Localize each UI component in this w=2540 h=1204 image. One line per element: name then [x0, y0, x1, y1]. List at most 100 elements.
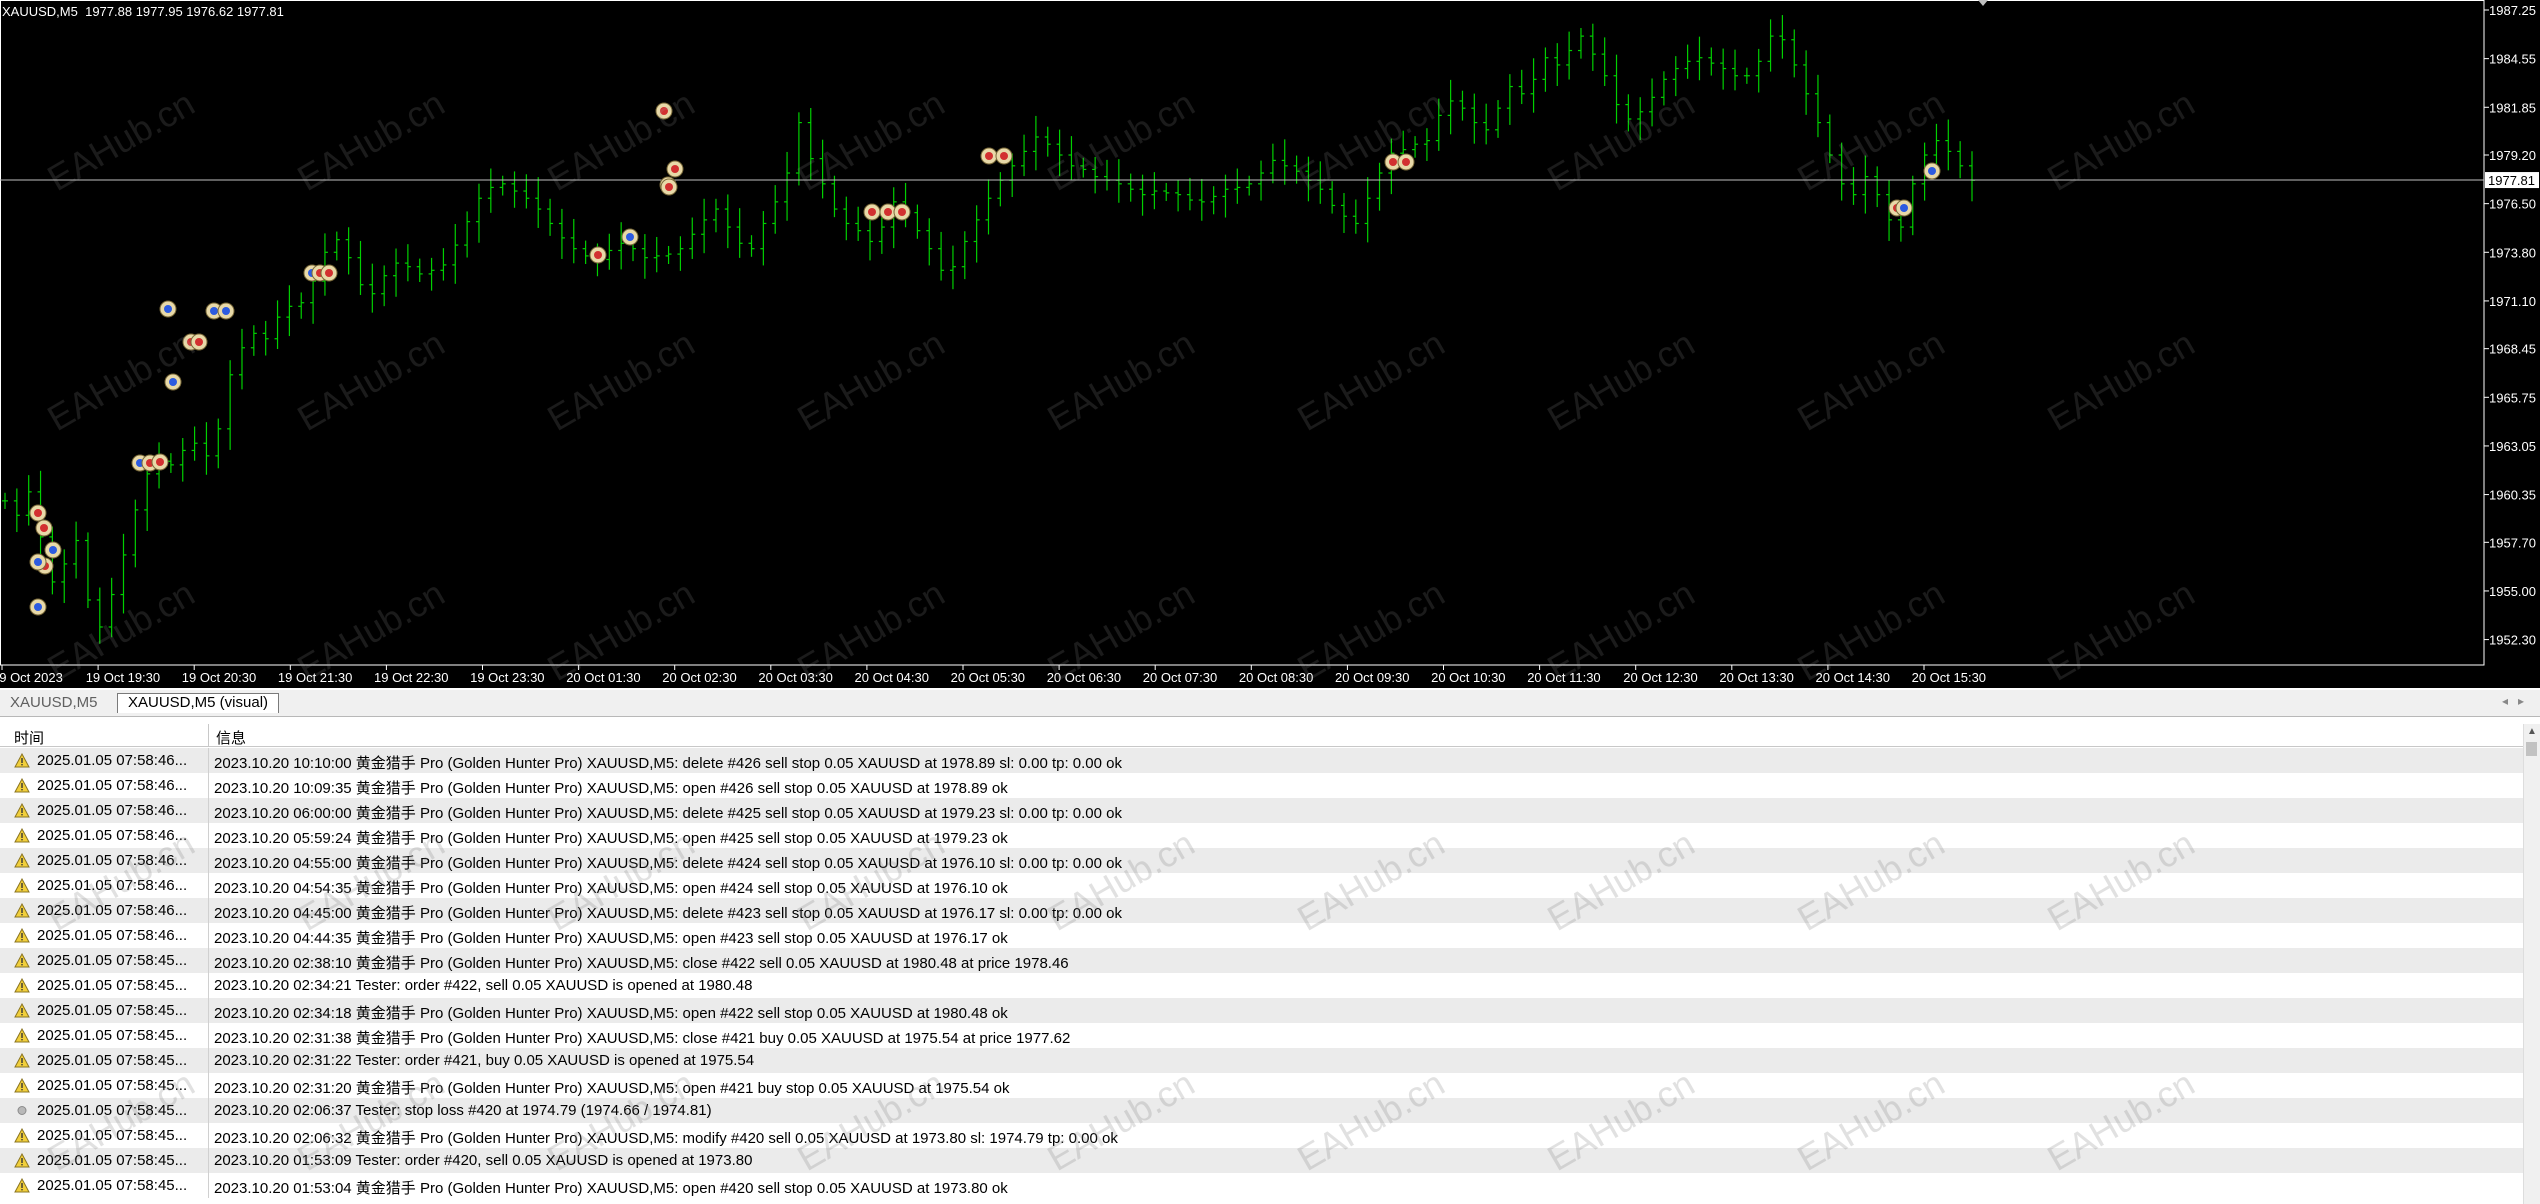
trade-marker-icon[interactable]	[29, 598, 47, 616]
trade-marker-icon[interactable]	[893, 203, 911, 221]
price-bar	[1163, 182, 1170, 201]
journal-row[interactable]: 2025.01.05 07:58:45... 2023.10.20 02:31:2…	[0, 1048, 2524, 1073]
time-axis-label: 20 Oct 06:30	[1047, 670, 1121, 685]
trade-marker-icon[interactable]	[621, 228, 639, 246]
price-bar	[238, 328, 245, 390]
tab-xauusd-m5[interactable]: XAUUSD,M5	[0, 693, 108, 713]
trade-marker-icon[interactable]	[217, 302, 235, 320]
journal-row[interactable]: 2025.01.05 07:58:46... 2023.10.20 06:00:0…	[0, 798, 2524, 823]
journal-row[interactable]: 2025.01.05 07:58:46... 2023.10.20 04:55:0…	[0, 848, 2524, 873]
trade-marker-icon[interactable]	[320, 264, 338, 282]
journal-scrollbar[interactable]: ▲	[2523, 724, 2540, 1204]
column-header-message[interactable]: 信息	[216, 727, 246, 748]
journal-row[interactable]: 2025.01.05 07:58:45... 2023.10.20 02:34:2…	[0, 973, 2524, 998]
journal-row[interactable]: 2025.01.05 07:58:45... 2023.10.20 01:53:0…	[0, 1173, 2524, 1198]
time-axis-label: 20 Oct 07:30	[1143, 670, 1217, 685]
price-bar	[13, 488, 20, 533]
trade-marker-icon[interactable]	[29, 504, 47, 522]
price-bar	[1767, 19, 1774, 72]
column-divider[interactable]	[208, 724, 209, 746]
journal-row[interactable]: 2025.01.05 07:58:46... 2023.10.20 04:54:3…	[0, 873, 2524, 898]
price-bar	[1637, 97, 1644, 141]
trade-marker-icon[interactable]	[995, 147, 1013, 165]
row-divider	[208, 948, 209, 973]
journal-row[interactable]: 2025.01.05 07:58:46... 2023.10.20 10:09:3…	[0, 773, 2524, 798]
time-axis-label: 19 Oct 22:30	[374, 670, 448, 685]
journal-row[interactable]: 2025.01.05 07:58:46... 2023.10.20 04:44:3…	[0, 923, 2524, 948]
journal-row[interactable]: 2025.01.05 07:58:45... 2023.10.20 02:38:1…	[0, 948, 2524, 973]
price-bar	[1969, 151, 1975, 202]
chart-tabs-bar: XAUUSD,M5 XAUUSD,M5 (visual) ◂▸	[0, 690, 2540, 717]
tab-scroll-right-icon[interactable]: ▸	[2518, 694, 2534, 708]
price-bar	[96, 587, 103, 644]
journal-row[interactable]: 2025.01.05 07:58:45... 2023.10.20 02:31:2…	[0, 1073, 2524, 1098]
price-bar	[1044, 126, 1051, 157]
price-bar	[475, 183, 482, 243]
journal-row[interactable]: 2025.01.05 07:58:45... 2023.10.20 02:31:3…	[0, 1023, 2524, 1048]
journal-message: 2023.10.20 04:45:00 黄金猎手 Pro (Golden Hun…	[214, 905, 1123, 922]
journal-row[interactable]: 2025.01.05 07:58:46... 2023.10.20 05:59:2…	[0, 823, 2524, 848]
trade-marker-icon[interactable]	[35, 519, 53, 537]
journal-message: 2023.10.20 04:44:35 黄金猎手 Pro (Golden Hun…	[214, 930, 1008, 947]
trade-marker-icon[interactable]	[1895, 199, 1913, 217]
journal-row[interactable]: 2025.01.05 07:58:46... 2023.10.20 04:45:0…	[0, 898, 2524, 923]
journal-row[interactable]: 2025.01.05 07:58:45... 2023.10.20 02:34:1…	[0, 998, 2524, 1023]
column-header-time[interactable]: 时间	[14, 727, 44, 748]
scrollbar-thumb[interactable]	[2526, 742, 2537, 756]
price-bar	[2, 492, 8, 509]
price-bar	[1412, 136, 1419, 158]
trade-marker-icon[interactable]	[660, 178, 678, 196]
journal-row[interactable]: 2025.01.05 07:58:45... 2023.10.20 02:06:3…	[0, 1098, 2524, 1123]
price-bar	[819, 139, 826, 199]
trade-marker-icon[interactable]	[655, 102, 673, 120]
trade-marker-icon[interactable]	[980, 147, 998, 165]
journal-time: 2025.01.05 07:58:45...	[37, 977, 188, 994]
trade-marker-icon[interactable]	[29, 553, 47, 571]
journal-row[interactable]: 2025.01.05 07:58:45... 2023.10.20 02:06:3…	[0, 1123, 2524, 1148]
trade-marker-dot	[1402, 158, 1410, 166]
trade-marker-icon[interactable]	[589, 246, 607, 264]
journal-row[interactable]: 2025.01.05 07:58:46... 2023.10.20 10:10:0…	[0, 748, 2524, 773]
price-bar	[1210, 186, 1217, 215]
journal-time: 2025.01.05 07:58:45...	[37, 1152, 188, 1169]
warning-icon	[14, 1002, 30, 1018]
price-bar	[381, 265, 388, 307]
journal-message: 2023.10.20 02:31:38 黄金猎手 Pro (Golden Hun…	[214, 1030, 1071, 1047]
trade-marker-icon[interactable]	[44, 541, 62, 559]
trade-marker-icon[interactable]	[159, 300, 177, 318]
chart-canvas[interactable]: 1987.25 1984.55 1981.85 1979.20 1976.50 1973.…	[0, 0, 2540, 688]
price-bar	[511, 171, 518, 208]
price-bar	[949, 245, 956, 290]
price-bar	[1649, 78, 1656, 127]
price-bar	[1672, 56, 1679, 97]
scroll-up-icon[interactable]: ▲	[2527, 726, 2537, 737]
price-bar	[1459, 90, 1466, 121]
price-bar	[321, 233, 328, 296]
tab-scroll-left-icon[interactable]: ◂	[2502, 694, 2518, 708]
time-axis-label: 20 Oct 08:30	[1239, 670, 1313, 685]
trade-marker-icon[interactable]	[151, 453, 169, 471]
price-axis-label: 1965.75	[2489, 390, 2536, 405]
trade-marker-icon[interactable]	[164, 373, 182, 391]
trade-marker-icon[interactable]	[1397, 153, 1415, 171]
price-bar	[570, 218, 577, 264]
trade-marker-icon[interactable]	[863, 203, 881, 221]
price-axis-label: 1952.30	[2489, 633, 2536, 648]
trade-marker-icon[interactable]	[1923, 162, 1941, 180]
tab-xauusd-m5-visual[interactable]: XAUUSD,M5 (visual)	[117, 693, 280, 713]
price-bar	[1743, 67, 1750, 84]
journal-header: 时间 信息	[0, 724, 2524, 747]
price-bar	[1696, 36, 1703, 81]
price-axis-label: 1979.20	[2489, 148, 2536, 163]
tab-scroll-arrows[interactable]: ◂▸	[2502, 694, 2534, 708]
price-chart[interactable]: 1987.25 1984.55 1981.85 1979.20 1976.50 1973.…	[0, 0, 2540, 688]
journal-time: 2025.01.05 07:58:45...	[37, 1002, 188, 1019]
trade-marker-icon[interactable]	[666, 160, 684, 178]
price-bar	[1471, 93, 1478, 144]
time-axis-label: 19 Oct 2023	[0, 670, 63, 685]
journal-time: 2025.01.05 07:58:45...	[37, 1127, 188, 1144]
journal-row[interactable]: 2025.01.05 07:58:45... 2023.10.20 01:53:0…	[0, 1148, 2524, 1173]
price-bar	[1423, 128, 1430, 161]
trade-marker-icon[interactable]	[190, 333, 208, 351]
price-bar	[1566, 31, 1573, 80]
